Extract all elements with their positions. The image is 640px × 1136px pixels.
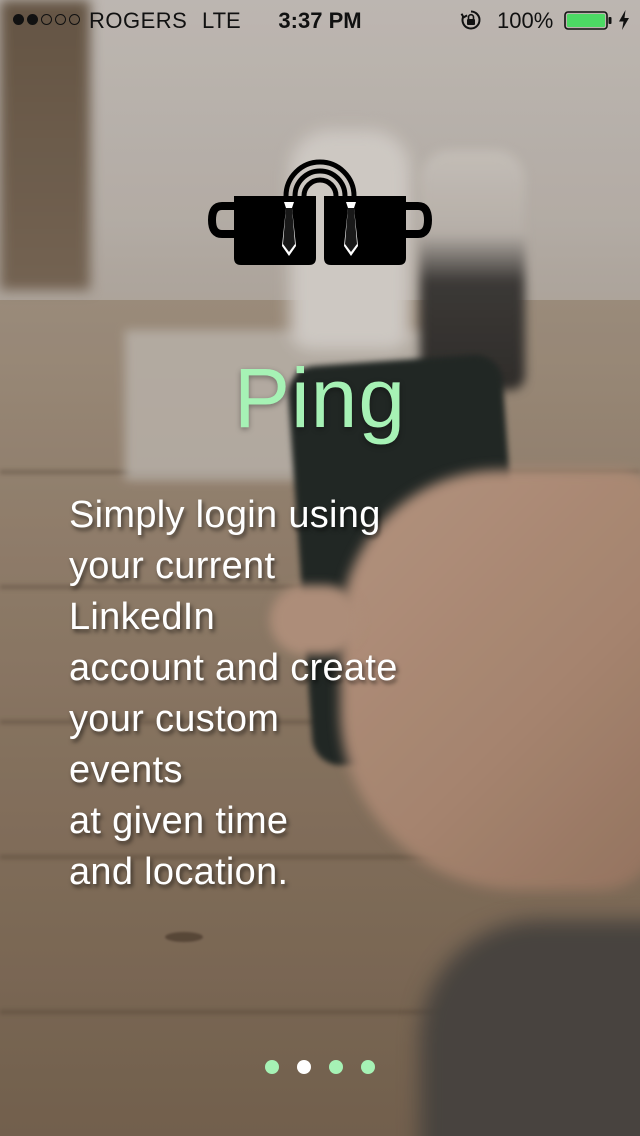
rotation-lock-icon	[460, 10, 481, 30]
description-line: at given time	[69, 800, 289, 842]
battery-percent: 100%	[497, 8, 554, 33]
description-line: account and create	[69, 647, 398, 689]
description-line: events	[69, 749, 183, 791]
description-line: your custom	[69, 698, 280, 740]
description-line: your current	[69, 545, 276, 587]
battery-icon	[564, 11, 612, 30]
onboarding-screen: ROGERS LTE 3:37 PM 100% Ping Simply logi…	[0, 0, 640, 1136]
page-dot-4[interactable]	[361, 1060, 375, 1074]
status-bar: ROGERS LTE 3:37 PM 100%	[0, 0, 640, 40]
app-title: Ping	[233, 351, 407, 445]
coffee-cups-wifi-icon	[208, 159, 432, 265]
description-line: and location.	[69, 851, 289, 893]
page-indicator[interactable]	[0, 1060, 640, 1074]
page-dot-3[interactable]	[329, 1060, 343, 1074]
description-line: LinkedIn	[69, 596, 216, 638]
lightning-bolt-icon	[619, 10, 629, 30]
description-line: Simply login using	[69, 494, 381, 536]
page-dot-2[interactable]	[297, 1060, 311, 1074]
onboarding-description: Simply login using your current LinkedIn ac…	[69, 490, 469, 898]
page-dot-1[interactable]	[265, 1060, 279, 1074]
